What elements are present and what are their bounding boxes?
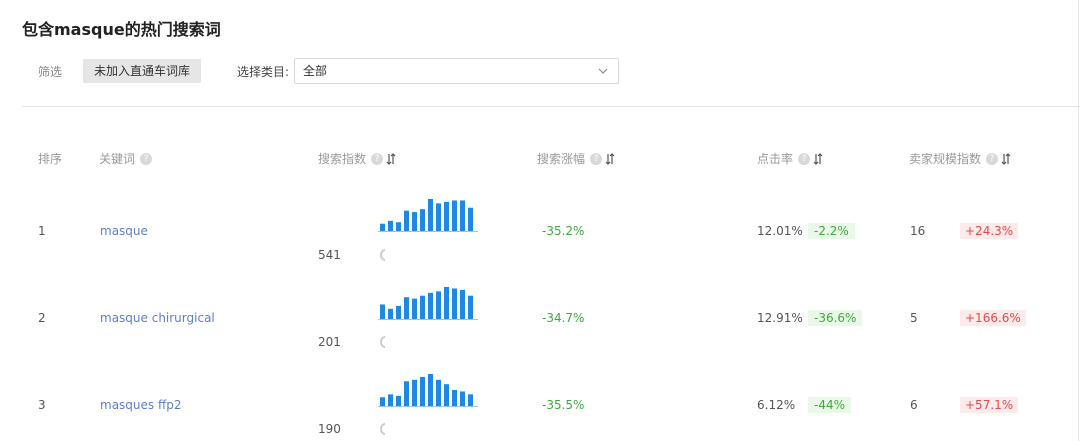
row-rank: 1 [38, 224, 46, 238]
trend-bar [436, 203, 441, 231]
keyword-link[interactable]: masque [100, 224, 148, 238]
trend-bar [396, 305, 401, 319]
divider [22, 106, 1080, 107]
column-header-search-index[interactable]: 搜索指数 ? [318, 150, 396, 167]
seller-index-value: 6 [910, 398, 918, 412]
trend-bar [420, 295, 425, 319]
sort-icon[interactable] [813, 152, 823, 165]
column-header-rank: 排序 [38, 150, 62, 167]
trend-bar [388, 308, 393, 319]
seller-index-value: 16 [910, 224, 926, 238]
trend-bar [388, 394, 393, 406]
trend-bar [428, 292, 433, 319]
trend-bar [452, 200, 457, 231]
trend-bar [420, 376, 425, 406]
column-header-search-growth-label: 搜索涨幅 [537, 152, 586, 166]
trend-sparkline [378, 374, 478, 407]
help-icon[interactable]: ? [986, 152, 999, 165]
category-select[interactable]: 全部 [294, 58, 619, 84]
search-index-value: 541 [318, 248, 341, 262]
column-header-ctr[interactable]: 点击率 ? [757, 150, 823, 167]
seller-change-badge: +57.1% [960, 397, 1019, 413]
trend-bar [412, 212, 417, 231]
column-header-keyword-label: 关键词 [99, 152, 136, 166]
search-index-value: 201 [318, 335, 341, 349]
column-header-rank-label: 排序 [38, 152, 63, 166]
filter-label: 筛选 [38, 65, 63, 79]
trend-sparkline [378, 199, 478, 232]
chevron-down-icon [598, 68, 608, 74]
trend-bar [444, 201, 449, 231]
column-header-seller-index-label: 卖家规模指数 [909, 152, 982, 166]
trend-bar [404, 210, 409, 231]
loading-arc-icon [380, 249, 386, 261]
seller-index-value: 5 [910, 311, 918, 325]
trend-bar [436, 291, 441, 319]
trend-bar [404, 297, 409, 319]
trend-bar [460, 289, 465, 319]
search-growth-value: -34.7% [542, 311, 585, 325]
trend-bar [452, 390, 457, 406]
trend-bar [468, 207, 473, 231]
trend-bar [460, 200, 465, 231]
trend-bar [404, 381, 409, 406]
column-header-search-index-label: 搜索指数 [318, 152, 367, 166]
trend-sparkline [378, 287, 478, 320]
trend-bar [468, 394, 473, 406]
sort-icon[interactable] [1001, 152, 1011, 165]
trend-bar [468, 295, 473, 319]
category-label: 选择类目: [237, 65, 290, 79]
row-rank: 3 [38, 398, 46, 412]
column-header-ctr-label: 点击率 [757, 152, 794, 166]
trend-bar [436, 379, 441, 406]
help-icon[interactable]: ? [798, 152, 811, 165]
seller-change-badge: +24.3% [960, 223, 1019, 239]
column-header-search-growth[interactable]: 搜索涨幅 ? [537, 150, 615, 167]
trend-bar [388, 220, 393, 231]
help-icon[interactable]: ? [371, 152, 384, 165]
trend-bar [452, 288, 457, 319]
seller-change-badge: +166.6% [960, 310, 1026, 326]
help-icon[interactable]: ? [140, 152, 153, 165]
search-growth-value: -35.2% [542, 224, 585, 238]
ctr-value: 6.12% [757, 398, 796, 412]
trend-bar [428, 374, 433, 406]
ctr-change-badge: -44% [808, 397, 852, 413]
keyword-link[interactable]: masque chirurgical [100, 311, 215, 325]
ctr-value: 12.01% [757, 224, 803, 238]
trend-bar [412, 298, 417, 319]
filter-tag-button[interactable]: 未加入直通车词库 [83, 59, 201, 83]
ctr-change-badge: -2.2% [808, 223, 855, 239]
trend-bar [396, 222, 401, 231]
trend-bar [444, 287, 449, 319]
trend-bar [380, 397, 385, 406]
loading-arc-icon [380, 423, 386, 435]
trend-bar [460, 391, 465, 406]
loading-arc-icon [380, 336, 386, 348]
column-header-keyword: 关键词 ? [99, 150, 153, 167]
ctr-value: 12.91% [757, 311, 803, 325]
search-growth-value: -35.5% [542, 398, 585, 412]
search-index-value: 190 [318, 422, 341, 436]
trend-bar [380, 223, 385, 231]
keyword-link[interactable]: masques ffp2 [100, 398, 182, 412]
sort-icon[interactable] [605, 152, 615, 165]
ctr-change-badge: -36.6% [808, 310, 863, 326]
trend-bar [428, 199, 433, 231]
category-select-value: 全部 [303, 64, 328, 78]
trend-bar [396, 395, 401, 406]
page-title: 包含masque的热门搜索词 [22, 20, 221, 39]
sort-icon[interactable] [386, 152, 396, 165]
row-rank: 2 [38, 311, 46, 325]
trend-bar [444, 384, 449, 406]
trend-bar [412, 379, 417, 406]
help-icon[interactable]: ? [590, 152, 603, 165]
column-header-seller-index[interactable]: 卖家规模指数 ? [909, 150, 1011, 167]
trend-bar [380, 304, 385, 319]
trend-bar [420, 209, 425, 231]
